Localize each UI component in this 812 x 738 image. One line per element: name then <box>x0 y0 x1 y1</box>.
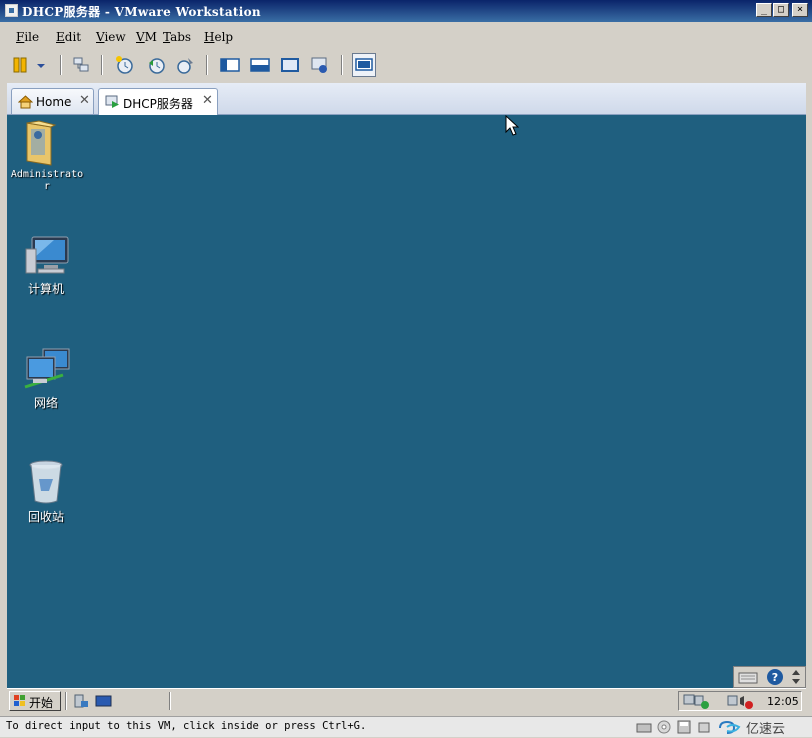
windows-logo-icon <box>13 694 27 711</box>
user-folder-icon[interactable] <box>21 119 61 167</box>
app-icon <box>5 4 18 17</box>
tray-volume-muted-icon[interactable] <box>727 693 757 712</box>
pause-icon[interactable] <box>11 54 33 76</box>
tab-dhcp-label: DHCP服务器 <box>123 97 193 111</box>
tab-close-icon[interactable]: ✕ <box>202 93 213 108</box>
recycle-bin-icon[interactable] <box>27 459 65 505</box>
network-icon[interactable] <box>23 347 71 391</box>
toolbar <box>0 50 812 80</box>
watermark-text: 亿速云 <box>746 722 786 737</box>
close-button[interactable]: × <box>792 3 808 17</box>
title-bar[interactable]: DHCP服务器 - VMware Workstation _ □ × <box>0 0 812 22</box>
take-snapshot-icon[interactable] <box>113 54 135 76</box>
svg-text:?: ? <box>772 671 778 684</box>
vm-play-icon <box>105 94 120 112</box>
cd-drive-icon[interactable] <box>656 720 672 737</box>
toolbar-divider <box>341 55 343 75</box>
window-title: DHCP服务器 - VMware Workstation <box>22 5 261 19</box>
usb-icon[interactable] <box>696 720 712 737</box>
vm-desktop[interactable]: Administrator 计算机 网络 回收站 ? <box>7 115 806 688</box>
vm-status-toolbar: ? <box>733 666 806 688</box>
desktop-icon-label[interactable]: Administrator <box>9 169 85 193</box>
menu-bar: File Edit View VM Tabs Help <box>0 28 812 48</box>
menu-help[interactable]: Help <box>204 30 233 44</box>
tab-home-label: Home <box>36 95 72 109</box>
help-icon[interactable]: ? <box>765 668 785 688</box>
desktop-icon-label[interactable]: 网络 <box>7 394 85 411</box>
toolbar-divider <box>101 55 103 75</box>
taskbar-divider <box>169 692 171 710</box>
server-manager-icon[interactable] <box>73 693 89 712</box>
maximize-button[interactable]: □ <box>773 3 789 17</box>
menu-view[interactable]: View <box>96 30 126 44</box>
menu-tabs[interactable]: Tabs <box>163 30 191 44</box>
hard-disk-icon[interactable] <box>636 720 652 737</box>
snapshot-manager-icon[interactable] <box>174 54 196 76</box>
keyboard-icon[interactable] <box>737 669 759 688</box>
start-label: 开始 <box>29 696 54 710</box>
arrows-icon[interactable] <box>790 669 802 688</box>
revert-snapshot-icon[interactable] <box>145 54 167 76</box>
toolbar-divider <box>206 55 208 75</box>
tab-dhcp-server[interactable]: DHCP服务器 ✕ <box>98 88 218 115</box>
status-bar: To direct input to this VM, click inside… <box>0 716 812 737</box>
floppy-icon[interactable] <box>676 720 692 737</box>
toolbar-divider <box>60 55 62 75</box>
mouse-cursor-icon <box>505 115 520 140</box>
show-desktop-icon[interactable] <box>95 693 113 712</box>
start-button[interactable]: 开始 <box>9 691 61 711</box>
power-dropdown-icon[interactable] <box>35 54 47 76</box>
console-view-icon[interactable] <box>249 54 271 76</box>
taskbar-divider <box>65 692 67 710</box>
tab-home[interactable]: Home ✕ <box>11 88 94 114</box>
watermark-logo <box>717 719 743 738</box>
computer-icon[interactable] <box>24 235 70 277</box>
send-ctrl-alt-del-icon[interactable] <box>70 54 92 76</box>
menu-vm[interactable]: VM <box>136 30 157 44</box>
tray-clock[interactable]: 12:05 <box>767 695 799 708</box>
full-screen-icon[interactable] <box>279 54 301 76</box>
unity-icon[interactable] <box>309 54 331 76</box>
thumbnail-bar-icon[interactable] <box>352 53 376 77</box>
system-tray: 12:05 <box>678 691 802 711</box>
tray-network-icon[interactable] <box>683 693 713 712</box>
home-icon <box>17 94 34 112</box>
desktop-icon-label[interactable]: 回收站 <box>7 508 85 525</box>
guest-taskbar: 开始 12:05 <box>7 688 806 714</box>
menu-edit[interactable]: Edit <box>56 30 81 44</box>
desktop-icon-label[interactable]: 计算机 <box>7 280 85 297</box>
tab-close-icon[interactable]: ✕ <box>79 93 90 108</box>
minimize-button[interactable]: _ <box>756 3 772 17</box>
sidebar-view-icon[interactable] <box>219 54 241 76</box>
menu-file[interactable]: File <box>16 30 39 44</box>
status-message: To direct input to this VM, click inside… <box>6 720 367 732</box>
